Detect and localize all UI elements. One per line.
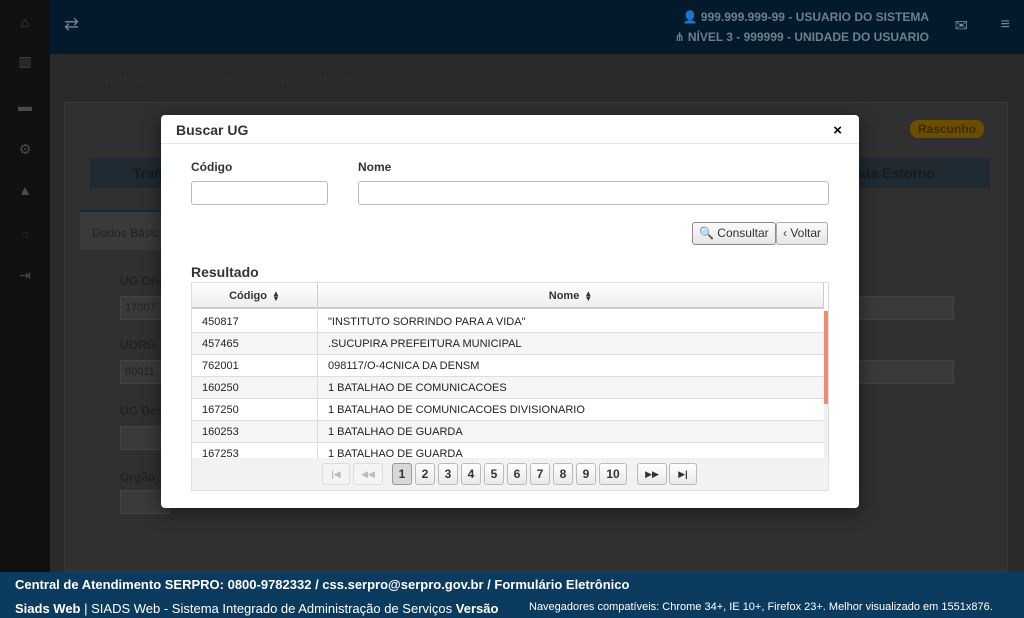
cell-nome: "INSTITUTO SORRINDO PARA A VIDA"	[328, 316, 526, 328]
home-icon[interactable]: ⌂	[0, 12, 50, 32]
cell-nome: 1 BATALHAO DE COMUNICACOES	[328, 382, 507, 394]
sort-icon: ▲ ▼	[584, 289, 593, 304]
first-page-button[interactable]: |◀	[322, 463, 350, 485]
cell-codigo: 160250	[192, 377, 318, 399]
label-uorg: UORG	[120, 338, 156, 352]
table-body: 450817 "INSTITUTO SORRINDO PARA A VIDA" 4…	[192, 311, 824, 459]
section-left-text: Tran	[133, 165, 163, 181]
nome-label: Nome	[358, 160, 392, 174]
column-codigo[interactable]: Código ▲ ▼	[192, 283, 318, 309]
chevron-left-icon: ‹	[783, 226, 787, 240]
cell-codigo: 457465	[192, 333, 318, 355]
codigo-label: Código	[191, 160, 233, 174]
page-4-button[interactable]: 4	[461, 463, 481, 485]
voltar-label: Voltar	[790, 226, 822, 240]
user-name: 999.999.999-99 - USUARIO DO SISTEMA	[700, 10, 929, 24]
sort-icon: ▲ ▼	[271, 289, 280, 304]
footer-app: Siads Web | SIADS Web - Sistema Integrad…	[15, 601, 498, 616]
codigo-input[interactable]	[191, 181, 328, 205]
envelope-icon[interactable]: ✉	[955, 16, 968, 36]
level-info: ⋔ NÍVEL 3 - 999999 - UNIDADE DO USUARIO	[674, 30, 929, 44]
hamburger-icon[interactable]: ≡	[1001, 16, 1010, 34]
scrollbar-thumb[interactable]	[824, 311, 828, 404]
modal-title: Buscar UG	[176, 122, 249, 138]
sign-in-icon[interactable]: ⇥	[0, 265, 50, 285]
sitemap-icon: ⋔	[674, 30, 688, 44]
section-right-text: ata Estorno	[858, 165, 936, 181]
archive-icon[interactable]: ▬	[0, 96, 50, 116]
footer-browsers: Navegadores compatíveis: Chrome 34+, IE …	[529, 601, 993, 613]
cell-codigo: 762001	[192, 355, 318, 377]
user-info: 👤 999.999.999-99 - USUARIO DO SISTEMA	[683, 10, 929, 24]
ug-origem-name-input[interactable]	[858, 296, 954, 320]
modal-header: Buscar UG ×	[161, 115, 859, 144]
last-page-button[interactable]: ▶|	[669, 463, 697, 485]
nome-input[interactable]	[358, 181, 829, 205]
tab-dados-basicos[interactable]: Dados Básic	[80, 210, 170, 250]
consultar-button[interactable]: 🔍 Consultar	[692, 222, 776, 245]
table-row[interactable]: 450817 "INSTITUTO SORRINDO PARA A VIDA"	[192, 311, 824, 333]
cell-codigo: 450817	[192, 311, 318, 333]
column-codigo-label: Código	[229, 290, 267, 302]
close-icon[interactable]: ×	[833, 123, 842, 138]
settings-icon[interactable]: ⚙	[0, 139, 50, 159]
user-icon: 👤	[682, 10, 701, 24]
footer-version: Versão	[455, 601, 499, 616]
footer-app-desc: | SIADS Web - Sistema Integrado de Admin…	[80, 601, 456, 616]
page-3-button[interactable]: 3	[438, 463, 458, 485]
column-nome[interactable]: Nome ▲ ▼	[318, 283, 824, 309]
cell-codigo: 167250	[192, 399, 318, 421]
footer: Central de Atendimento SERPRO: 0800-9782…	[0, 572, 1024, 618]
circle-icon[interactable]: ○	[0, 224, 50, 244]
column-nome-label: Nome	[548, 290, 580, 302]
page-title-text: Incluir Transferência Consumo Direta - N…	[83, 71, 442, 88]
table-header: Código ▲ ▼ Nome ▲ ▼	[192, 283, 824, 309]
page-10-button[interactable]: 10	[599, 463, 627, 485]
table-row[interactable]: 167250 1 BATALHAO DE COMUNICACOES DIVISIO…	[192, 399, 824, 421]
label-ug-destino: UG Des	[120, 404, 164, 418]
cell-nome: .SUCUPIRA PREFEITURA MUNICIPAL	[328, 338, 522, 350]
home-link[interactable]: ⌂ Página Inicial	[926, 60, 1008, 74]
home-link-text: Página Inicial	[936, 60, 1008, 74]
top-header: ⇄ 👤 999.999.999-99 - USUARIO DO SISTEMA …	[50, 0, 1024, 54]
page-2-button[interactable]: 2	[415, 463, 435, 485]
page-8-button[interactable]: 8	[553, 463, 573, 485]
label-orgao: Orgão	[120, 470, 156, 484]
page-1-button[interactable]: 1	[392, 463, 412, 485]
cell-nome: 1 BATALHAO DE GUARDA	[328, 426, 463, 438]
table-row[interactable]: 762001 098117/O-4CNICA DA DENSM	[192, 355, 824, 377]
uorg-name-input[interactable]	[858, 360, 954, 384]
consultar-label: Consultar	[717, 226, 769, 240]
page-5-button[interactable]: 5	[484, 463, 504, 485]
user-level: NÍVEL 3 - 999999 - UNIDADE DO USUARIO	[687, 30, 929, 44]
search-icon: 🔍	[699, 226, 714, 240]
cell-nome: 098117/O-4CNICA DA DENSM	[328, 360, 480, 372]
table-scrollbar[interactable]	[824, 311, 828, 459]
prev-page-button[interactable]: ◀◀	[353, 463, 383, 485]
next-page-button[interactable]: ▶▶	[637, 463, 667, 485]
cell-codigo: 160253	[192, 421, 318, 443]
sidebar: ⌂ ▥ ▬ ⚙ ▲ ○ ⇥	[0, 0, 50, 572]
toggle-menu-icon[interactable]: ⇄	[64, 14, 79, 35]
cubes-icon: ❖	[64, 71, 78, 88]
label-ug-origem: UG Orig	[120, 274, 167, 288]
page-7-button[interactable]: 7	[530, 463, 550, 485]
footer-app-name: Siads Web	[15, 601, 81, 616]
voltar-button[interactable]: ‹ Voltar	[776, 222, 829, 245]
pagination: |◀ ◀◀ 1 2 3 4 5 6 7 8 9 10 ▶▶ ▶|	[191, 458, 829, 491]
barcode-icon[interactable]: ▥	[0, 51, 50, 71]
page-9-button[interactable]: 9	[576, 463, 596, 485]
status-badge: Rascunho	[910, 120, 984, 138]
buscar-ug-modal: Buscar UG × Código Nome 🔍 Consultar ‹ Vo…	[161, 115, 859, 508]
table-row[interactable]: 160253 1 BATALHAO DE GUARDA	[192, 421, 824, 443]
table-row[interactable]: 160250 1 BATALHAO DE COMUNICACOES	[192, 377, 824, 399]
table-row[interactable]: 457465 .SUCUPIRA PREFEITURA MUNICIPAL	[192, 333, 824, 355]
page-6-button[interactable]: 6	[507, 463, 527, 485]
page-title: ❖ Incluir Transferência Consumo Direta - …	[64, 70, 442, 88]
results-table: Código ▲ ▼ Nome ▲ ▼ 450817 "INSTITUTO SORRIND…	[191, 282, 829, 460]
footer-contact: Central de Atendimento SERPRO: 0800-9782…	[15, 577, 630, 592]
graduation-icon[interactable]: ▲	[0, 180, 50, 200]
cell-nome: 1 BATALHAO DE COMUNICACOES DIVISIONARIO	[328, 404, 585, 416]
result-title: Resultado	[191, 264, 259, 280]
